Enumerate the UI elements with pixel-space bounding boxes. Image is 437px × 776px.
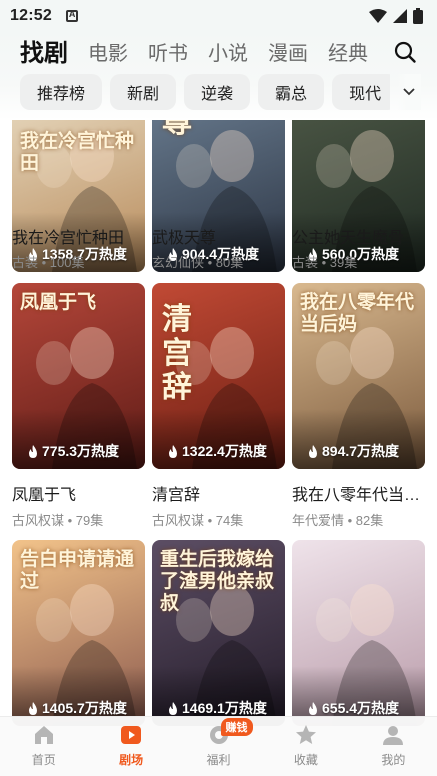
poster-title-art: 我在八零年代当后妈: [300, 291, 415, 335]
top-tab-bar: 找剧 电影 听书 小说 漫画 经典: [20, 36, 388, 68]
tab-2[interactable]: 听书: [148, 40, 188, 68]
earn-badge: 赚钱: [220, 718, 253, 736]
category-chip[interactable]: 现代: [332, 74, 390, 110]
flame-icon: [29, 701, 37, 715]
search-icon[interactable]: [393, 40, 417, 64]
nav-item-3[interactable]: 收藏: [262, 717, 349, 776]
signal-icon: [393, 9, 407, 23]
heat-value: 894.7万热度: [322, 443, 400, 459]
header: 找剧 电影 听书 小说 漫画 经典 推荐榜 新剧 逆袭 霸总 现代: [0, 32, 437, 120]
heat-badge: 655.4万热度: [308, 698, 399, 718]
star-icon: [295, 725, 316, 744]
profile-icon: [383, 726, 404, 745]
drama-title[interactable]: 我在八零年代当…: [292, 481, 425, 505]
nav-item-2[interactable]: 福利 赚钱: [175, 717, 262, 776]
heat-badge: 1469.1万热度: [168, 698, 267, 718]
heat-badge: 1405.7万热度: [28, 698, 127, 718]
poster-title-art: 告白申请请通过: [20, 548, 135, 592]
drama-poster[interactable]: 凤凰于飞 775.3万热度: [12, 283, 145, 469]
status-time: 12:52: [10, 7, 52, 24]
drama-title[interactable]: 清宫辞: [152, 481, 285, 505]
flame-icon: [29, 444, 37, 458]
heat-badge: 1322.4万热度: [168, 441, 267, 461]
drama-poster[interactable]: 告白申请请通过 1405.7万热度: [12, 540, 145, 726]
home-icon: [34, 726, 53, 744]
tab-1[interactable]: 电影: [88, 40, 128, 68]
chevron-down-icon: [403, 88, 415, 96]
category-chip[interactable]: 霸总: [258, 74, 325, 110]
nav-item-0[interactable]: 首页: [0, 717, 87, 776]
category-chip[interactable]: 逆袭: [184, 74, 251, 110]
nav-item-4[interactable]: 我的: [350, 717, 437, 776]
drama-meta: 年代爱情 • 82集: [292, 513, 384, 528]
drama-meta: 古风权谋 • 74集: [152, 513, 244, 528]
expand-categories-button[interactable]: [397, 74, 421, 110]
tab-3[interactable]: 小说: [208, 40, 248, 68]
poster-title-art: 凤凰于飞: [20, 291, 97, 313]
heat-value: 1405.7万热度: [42, 700, 127, 716]
drama-poster[interactable]: 重生后我嫁给了渣男他亲叔叔 1469.1万热度: [152, 540, 285, 726]
theater-icon: [121, 726, 142, 744]
drama-meta: 玄幻仙侠 • 80集: [152, 255, 244, 270]
flame-icon: [169, 444, 177, 458]
drama-meta: 古装 • 100集: [12, 255, 85, 270]
nav-label: 收藏: [293, 753, 318, 767]
wifi-icon: [369, 9, 387, 23]
poster-title-art: 我在冷宫忙种田: [20, 130, 135, 174]
drama-poster[interactable]: 655.4万热度: [292, 540, 425, 726]
poster-title-art: 重生后我嫁给了渣男他亲叔叔: [160, 548, 275, 614]
flame-icon: [169, 701, 177, 715]
drama-title[interactable]: 凤凰于飞: [12, 481, 145, 505]
heat-value: 655.4万热度: [322, 700, 400, 716]
heat-value: 775.3万热度: [42, 443, 120, 459]
category-chip[interactable]: 新剧: [110, 74, 177, 110]
poster-title-art: 清宫辞: [162, 302, 192, 405]
battery-icon: [413, 8, 423, 24]
tab-4[interactable]: 漫画: [268, 40, 308, 68]
drama-title[interactable]: 武极天尊: [152, 224, 285, 248]
flame-icon: [309, 444, 317, 458]
heat-badge: 894.7万热度: [308, 441, 399, 461]
category-chip-bar: 推荐榜 新剧 逆袭 霸总 现代: [20, 74, 390, 112]
flame-icon: [309, 701, 317, 715]
nav-label: 我的: [381, 753, 406, 767]
heat-badge: 775.3万热度: [28, 441, 119, 461]
nav-label: 剧场: [119, 753, 144, 767]
nav-label: 首页: [31, 753, 56, 767]
category-chip[interactable]: 推荐榜: [20, 74, 103, 110]
tab-5[interactable]: 经典: [328, 40, 368, 68]
tab-0[interactable]: 找剧: [20, 40, 68, 68]
drama-meta: 古风权谋 • 79集: [12, 513, 104, 528]
notification-icon: [65, 9, 78, 22]
drama-title[interactable]: 我在冷宫忙种田: [12, 224, 145, 248]
drama-poster[interactable]: 我在八零年代当后妈 894.7万热度: [292, 283, 425, 469]
drama-title[interactable]: 公主她天生魔骨: [292, 224, 425, 248]
drama-poster[interactable]: 清宫辞 1322.4万热度: [152, 283, 285, 469]
bottom-nav: 首页 剧场 福利 赚钱收藏 我的: [0, 716, 437, 776]
heat-value: 1322.4万热度: [182, 443, 267, 459]
heat-value: 1469.1万热度: [182, 700, 267, 716]
nav-label: 福利: [206, 753, 231, 767]
nav-item-1[interactable]: 剧场: [87, 717, 174, 776]
status-bar: 12:52: [0, 0, 437, 32]
drama-meta: 古装 • 39集: [292, 255, 358, 270]
